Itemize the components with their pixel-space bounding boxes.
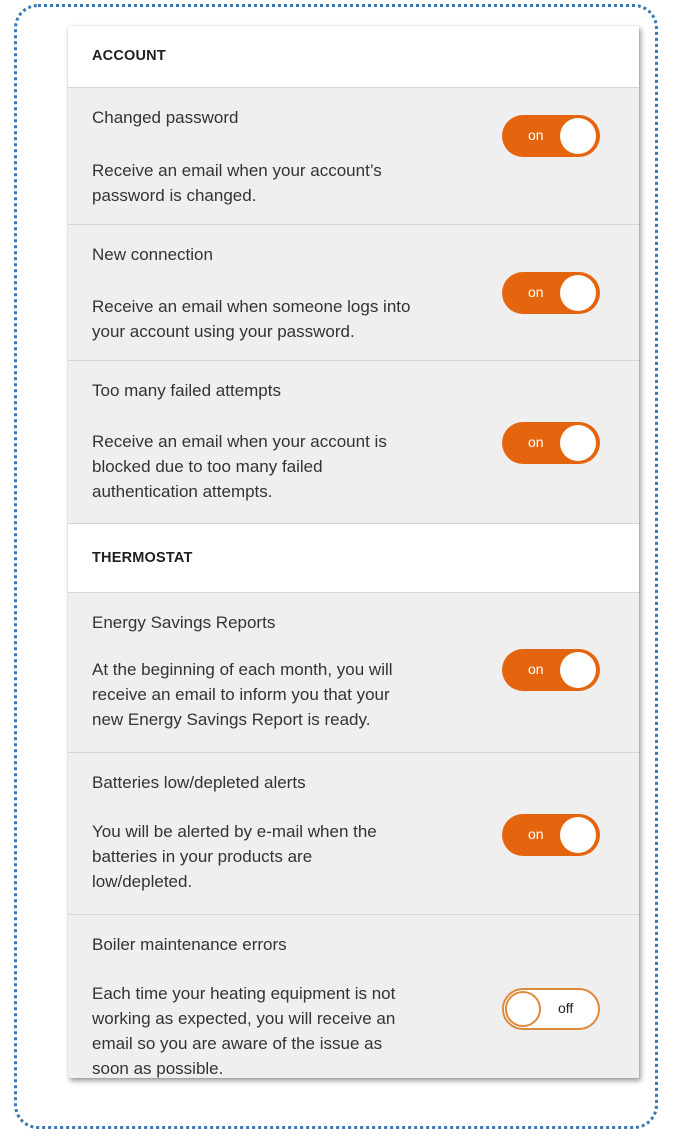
toggle-knob — [560, 275, 596, 311]
section-header-account: ACCOUNT — [68, 26, 639, 88]
setting-description: Receive an email when your account is bl… — [92, 432, 387, 501]
setting-row-new-connection: New connection Receive an email when som… — [68, 225, 639, 361]
notification-settings-panel: ACCOUNT Changed password Receive an emai… — [68, 26, 639, 1078]
setting-description: You will be alerted by e-mail when the b… — [92, 822, 377, 891]
setting-row-batteries-alerts: Batteries low/depleted alerts You will b… — [68, 753, 639, 915]
setting-title: Energy Savings Reports — [92, 613, 276, 632]
section-header-thermostat: THERMOSTAT — [68, 524, 639, 593]
setting-title: Too many failed attempts — [92, 381, 281, 400]
setting-description: Receive an email when someone logs into … — [92, 297, 411, 341]
toggle-knob — [560, 817, 596, 853]
setting-description: At the beginning of each month, you will… — [92, 660, 393, 729]
toggle-energy-savings[interactable]: on — [502, 649, 600, 691]
toggle-changed-password[interactable]: on — [502, 115, 600, 157]
toggle-knob — [560, 425, 596, 461]
setting-row-boiler-errors: Boiler maintenance errors Each time your… — [68, 915, 639, 1078]
setting-row-failed-attempts: Too many failed attempts Receive an emai… — [68, 361, 639, 524]
toggle-batteries-alerts[interactable]: on — [502, 814, 600, 856]
toggle-boiler-errors[interactable]: off — [502, 988, 600, 1030]
setting-row-energy-savings: Energy Savings Reports At the beginning … — [68, 593, 639, 753]
setting-description: Receive an email when your account’s pas… — [92, 161, 382, 205]
setting-description: Each time your heating equipment is not … — [92, 984, 396, 1078]
setting-title: Boiler maintenance errors — [92, 935, 287, 954]
setting-title: New connection — [92, 245, 213, 264]
toggle-failed-attempts[interactable]: on — [502, 422, 600, 464]
setting-row-changed-password: Changed password Receive an email when y… — [68, 88, 639, 225]
setting-title: Batteries low/depleted alerts — [92, 773, 306, 792]
toggle-knob — [560, 118, 596, 154]
toggle-knob — [560, 652, 596, 688]
setting-title: Changed password — [92, 108, 239, 127]
toggle-knob — [505, 991, 541, 1027]
toggle-new-connection[interactable]: on — [502, 272, 600, 314]
